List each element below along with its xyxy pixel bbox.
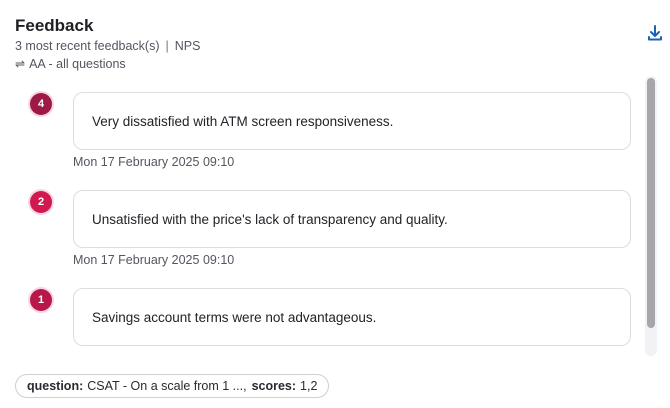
- feedback-list[interactable]: 4 Very dissatisfied with ATM screen resp…: [0, 82, 644, 354]
- download-button[interactable]: [646, 24, 664, 42]
- feedback-item: 2 Unsatisfied with the price's lack of t…: [0, 180, 644, 278]
- download-icon: [648, 25, 662, 41]
- feedback-text: Unsatisfied with the price's lack of tra…: [92, 211, 448, 227]
- feedback-text: Savings account terms were not advantage…: [92, 309, 377, 325]
- score-badge: 1: [30, 289, 52, 311]
- feedback-bubble: Unsatisfied with the price's lack of tra…: [73, 190, 631, 248]
- score-badge: 4: [30, 93, 52, 115]
- feedback-scrollbar[interactable]: [645, 76, 657, 356]
- feedback-text: Very dissatisfied with ATM screen respon…: [92, 113, 394, 129]
- active-filter-chip[interactable]: question: CSAT - On a scale from 1 ..., sc…: [15, 374, 330, 398]
- feedback-item: 4 Very dissatisfied with ATM screen resp…: [0, 82, 644, 180]
- feedback-widget: Feedback 3 most recent feedback(s) | NPS ⇌…: [0, 0, 670, 408]
- chip-question-label: question:: [27, 379, 84, 393]
- score-badge: 2: [30, 191, 52, 213]
- feedback-item: 1 Savings account terms were not advanta…: [0, 278, 644, 354]
- chip-scores-value: 1,2: [300, 379, 318, 393]
- feedback-bubble: Very dissatisfied with ATM screen respon…: [73, 92, 631, 150]
- widget-title: Feedback: [15, 16, 94, 35]
- feedback-date: Mon 17 February 2025 09:10: [73, 155, 235, 169]
- feedback-count: 3 most recent feedback(s): [15, 39, 160, 53]
- question-filter[interactable]: ⇌ AA - all questions: [15, 56, 126, 72]
- question-filter-label: AA - all questions: [29, 57, 126, 71]
- feedback-date: Mon 17 February 2025 09:10: [73, 253, 235, 267]
- swap-icon: ⇌: [15, 57, 26, 71]
- chip-scores-label: scores:: [251, 379, 297, 393]
- feedback-bubble: Savings account terms were not advantage…: [73, 288, 631, 346]
- chip-question-value: CSAT - On a scale from 1 ...,: [87, 379, 247, 393]
- scrollbar-thumb[interactable]: [647, 78, 655, 328]
- metric-label: NPS: [174, 39, 201, 53]
- subtitle-separator: |: [165, 39, 169, 53]
- widget-subtitle: 3 most recent feedback(s) | NPS: [15, 38, 200, 54]
